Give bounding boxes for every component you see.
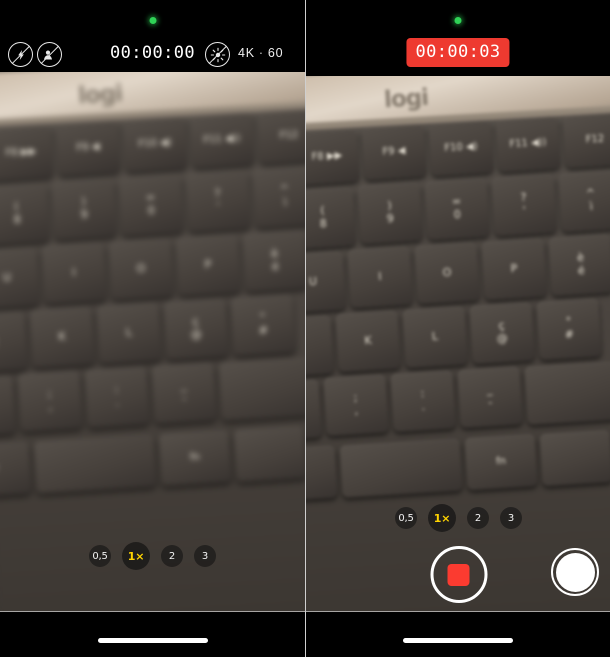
zoom-option-3x[interactable]: 3 (194, 545, 216, 567)
live-photo-off-icon[interactable] (205, 42, 230, 67)
zoom-level-selector-recording[interactable]: 0,5 1× 2 3 (306, 504, 610, 532)
zoom-option-0.5x[interactable]: 0,5 (89, 545, 111, 567)
bottom-bar-idle (0, 612, 305, 657)
green-recording-indicator-dot (149, 17, 156, 24)
logi-brand-text: logi (77, 80, 123, 110)
shutter-inner-circle (555, 552, 595, 592)
zoom-option-1x[interactable]: 1× (428, 504, 456, 532)
zoom-option-3x[interactable]: 3 (500, 507, 522, 529)
zoom-level-selector-idle[interactable]: 0,5 1× 2 3 (0, 542, 305, 570)
zoom-option-2x[interactable]: 2 (467, 507, 489, 529)
screenshot-pair: 00:00:00 4K · 60 logi F8 ▶▶ F9 ◀ F10 ◀) F1… (0, 0, 610, 657)
status-bar-idle: 00:00:00 4K · 60 (0, 0, 305, 72)
green-recording-indicator-dot (454, 17, 462, 24)
format-separator: · (258, 46, 264, 60)
home-indicator[interactable] (403, 638, 513, 643)
night-mode-off-icon[interactable] (37, 42, 62, 67)
flash-off-icon[interactable] (8, 42, 33, 67)
zoom-option-1x[interactable]: 1× (122, 542, 150, 570)
capture-photo-button[interactable] (551, 548, 599, 596)
camera-preview-recording[interactable]: logi F8 ▶▶ F9 ◀ F10 ◀) F11 ◀)) F12 ( 8 )… (306, 76, 610, 612)
recording-timer: 00:00:00 (109, 43, 196, 63)
camera-screen-idle: 00:00:00 4K · 60 logi F8 ▶▶ F9 ◀ F10 ◀) F1… (0, 0, 305, 657)
zoom-option-2x[interactable]: 2 (161, 545, 183, 567)
home-indicator[interactable] (97, 638, 208, 643)
keyboard-photo: logi F8 ▶▶ F9 ◀ F10 ◀) F11 ◀)) F12 ( 8 )… (0, 72, 305, 612)
camera-screen-recording: 00:00:03 logi F8 ▶▶ F9 ◀ F10 ◀) F11 ◀)) … (305, 0, 610, 657)
stop-recording-button[interactable] (430, 546, 487, 603)
camera-preview-idle[interactable]: logi F8 ▶▶ F9 ◀ F10 ◀) F11 ◀)) F12 ( 8 )… (0, 72, 305, 612)
logi-brand-text: logi (383, 84, 429, 114)
fps-label: 60 (267, 46, 284, 60)
recording-timer-badge: 00:00:03 (406, 38, 510, 67)
capture-controls-recording (306, 546, 610, 608)
stop-indicator-square (447, 563, 470, 586)
resolution-label: 4K (238, 46, 255, 60)
video-format-indicator[interactable]: 4K · 60 (238, 42, 283, 65)
bottom-bar-recording (306, 612, 610, 657)
status-bar-recording: 00:00:03 (306, 0, 610, 76)
zoom-option-0.5x[interactable]: 0,5 (395, 507, 417, 529)
